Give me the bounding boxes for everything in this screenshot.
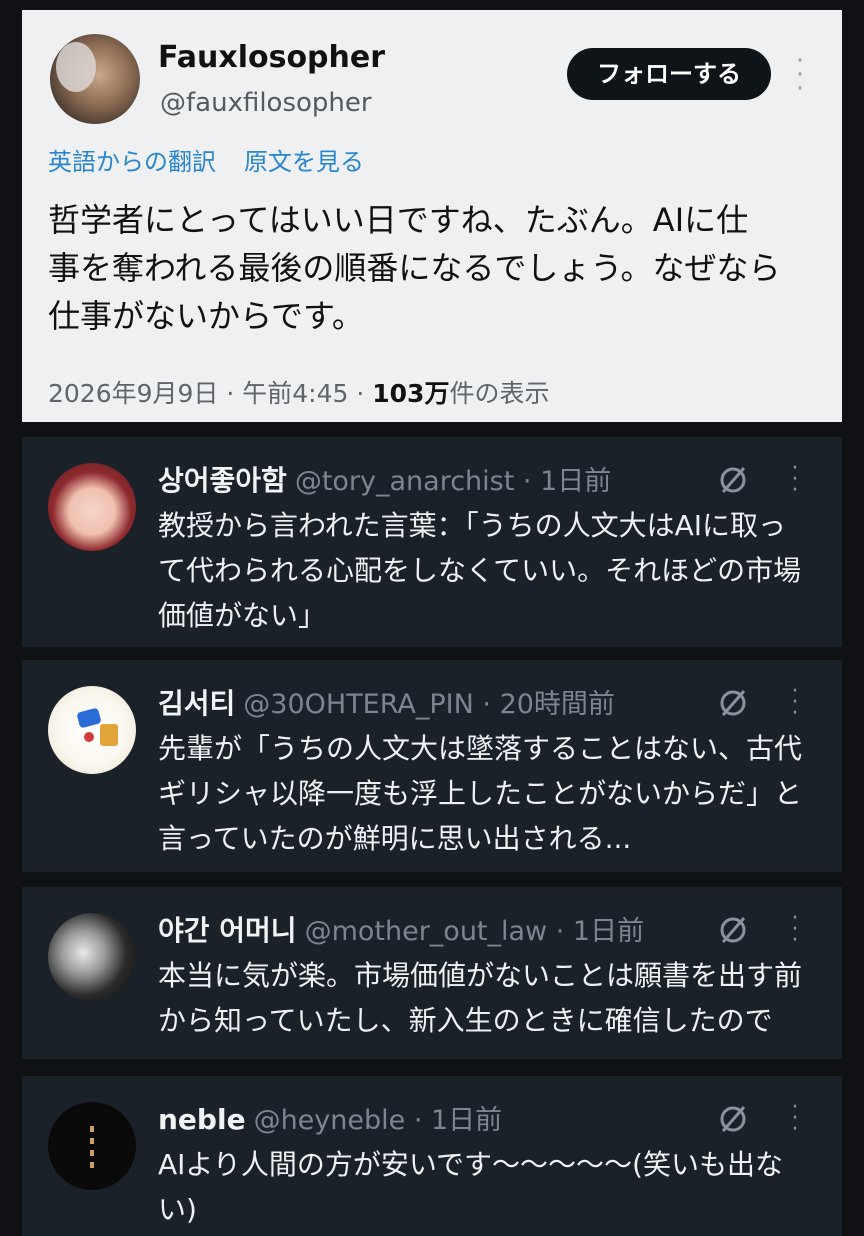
reply-author[interactable]: 야간 어머니 @mother_out_law · 1日前 xyxy=(158,909,644,949)
reply-author[interactable]: 상어좋아함 @tory_anarchist · 1日前 xyxy=(158,459,611,499)
view-count: 103万 xyxy=(372,379,450,408)
main-tweet-card: Fauxlosopher @fauxfilosopher フォローする · · · … xyxy=(22,10,842,422)
reply-text-line: 言っていたのが鮮明に思い出される... xyxy=(158,822,632,855)
reply-card[interactable]: 상어좋아함 @tory_anarchist · 1日前 · · · 教授から言われた言… xyxy=(22,437,842,647)
avatar[interactable] xyxy=(48,463,136,551)
mute-icon[interactable] xyxy=(716,686,750,720)
more-vertical-icon[interactable]: · · · xyxy=(788,908,802,952)
main-text-line: 哲学者にとってはいい日ですね、たぶん。AIに仕 xyxy=(48,201,749,239)
main-author-name[interactable]: Fauxlosopher xyxy=(158,40,385,75)
reply-text: 本当に気が楽。市場価値がないことは願書を出す前 から知っていたし、新入生のときに… xyxy=(158,953,834,1043)
main-tweet-text: 哲学者にとってはいい日ですね、たぶん。AIに仕 事を奪われる最後の順番になるでし… xyxy=(48,196,828,340)
reply-author-name: 김서티 xyxy=(158,687,236,720)
reply-text-line: から知っていたし、新入生のときに確信したので xyxy=(158,1004,773,1037)
mute-icon[interactable] xyxy=(716,463,750,497)
main-avatar[interactable] xyxy=(50,34,140,124)
reply-author-handle: @30OHTERA_PIN · 20時間前 xyxy=(243,689,615,720)
reply-text-line: 教授から言われた言葉：「うちの人文大はAIに取っ xyxy=(158,509,787,542)
more-vertical-icon[interactable]: · · · xyxy=(792,48,808,102)
reply-text: AIより人間の方が安いです〜〜〜〜〜(笑いも出な い) xyxy=(158,1142,834,1232)
reply-card[interactable]: 야간 어머니 @mother_out_law · 1日前 · · · 本当に気が楽。市… xyxy=(22,887,842,1059)
see-original-link[interactable]: 原文を見る xyxy=(244,148,364,176)
reply-author-handle: @tory_anarchist · 1日前 xyxy=(294,466,612,497)
reply-author-handle: @mother_out_law · 1日前 xyxy=(304,916,645,947)
reply-text-line: AIより人間の方が安いです〜〜〜〜〜(笑いも出な xyxy=(158,1148,783,1181)
reply-text-line: い) xyxy=(158,1193,197,1226)
reply-text-line: 先輩が「うちの人文大は墜落することはない、古代 xyxy=(158,732,803,765)
reply-text-line: ギリシャ以降一度も浮上したことがないからだ」と xyxy=(158,777,803,810)
reply-text-line: 本当に気が楽。市場価値がないことは願書を出す前 xyxy=(158,959,803,992)
more-vertical-icon[interactable]: · · · xyxy=(788,681,802,725)
main-text-line: 仕事がないからです。 xyxy=(48,297,364,335)
main-text-line: 事を奪われる最後の順番になるでしょう。なぜなら xyxy=(48,249,781,287)
avatar[interactable] xyxy=(48,1102,136,1190)
reply-card[interactable]: neble @heyneble · 1日前 · · · AIより人間の方が安いです〜〜… xyxy=(22,1076,842,1236)
reply-text: 教授から言われた言葉：「うちの人文大はAIに取っ て代わられる心配をしなくていい… xyxy=(158,503,834,638)
reply-author-name: neble xyxy=(158,1103,246,1136)
reply-author[interactable]: 김서티 @30OHTERA_PIN · 20時間前 xyxy=(158,682,615,722)
tweet-meta: 2026年9月9日 · 午前4:45 · 103万件の表示 xyxy=(48,374,549,410)
mute-icon[interactable] xyxy=(716,913,750,947)
reply-author-name: 상어좋아함 xyxy=(158,464,287,497)
avatar[interactable] xyxy=(48,686,136,774)
reply-card[interactable]: 김서티 @30OHTERA_PIN · 20時間前 · · · 先輩が「うちの人文大は… xyxy=(22,660,842,872)
reply-author-name: 야간 어머니 xyxy=(158,914,297,947)
avatar[interactable] xyxy=(48,913,136,1001)
translation-note: 英語からの翻訳 原文を見る xyxy=(48,142,392,177)
reply-text-line: 価値がない」 xyxy=(158,599,327,632)
view-count-suffix: 件の表示 xyxy=(449,379,550,408)
more-vertical-icon[interactable]: · · · xyxy=(788,458,802,502)
reply-author[interactable]: neble @heyneble · 1日前 xyxy=(158,1098,502,1137)
reply-text-line: て代わられる心配をしなくていい。それほどの市場 xyxy=(158,554,802,587)
mute-icon[interactable] xyxy=(716,1102,750,1136)
main-author-handle[interactable]: @fauxfilosopher xyxy=(160,88,372,118)
more-vertical-icon[interactable]: · · · xyxy=(788,1097,802,1141)
reply-text: 先輩が「うちの人文大は墜落することはない、古代 ギリシャ以降一度も浮上したことが… xyxy=(158,726,834,861)
follow-button[interactable]: フォローする xyxy=(567,48,771,100)
reply-author-handle: @heyneble · 1日前 xyxy=(253,1105,503,1136)
tweet-timestamp[interactable]: 2026年9月9日 · 午前4:45 · xyxy=(48,379,372,408)
translation-source-label: 英語からの翻訳 xyxy=(48,148,216,176)
